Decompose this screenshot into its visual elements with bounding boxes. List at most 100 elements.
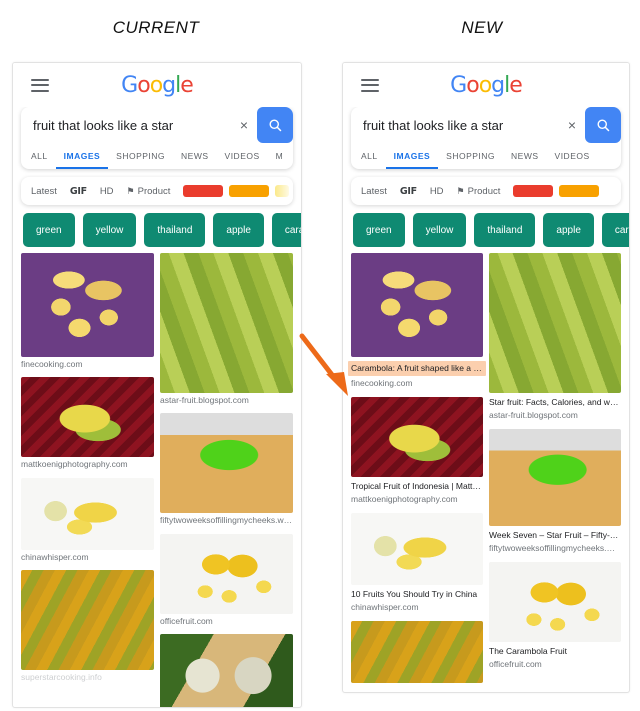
result-thumbnail[interactable] xyxy=(489,561,621,642)
result-thumbnail[interactable] xyxy=(351,620,483,683)
result-card[interactable] xyxy=(351,620,483,683)
tab-videos[interactable]: VIDEOS xyxy=(547,151,598,169)
result-card[interactable]: fiftytwoweeksoffillingmycheeks.word… xyxy=(160,413,293,526)
filter-gif[interactable]: GIF xyxy=(400,186,417,197)
tab-all[interactable]: ALL xyxy=(23,151,56,169)
result-domain: fiftytwoweeksoffillingmycheeks.w… xyxy=(489,543,621,554)
result-thumbnail[interactable] xyxy=(160,634,293,707)
color-swatch-yellow[interactable] xyxy=(275,185,290,197)
result-card[interactable]: superstarcooking.info xyxy=(21,570,154,683)
result-card[interactable]: finecooking.com xyxy=(21,253,154,370)
search-tabs: ALL IMAGES SHOPPING NEWS VIDEOS M xyxy=(21,143,293,169)
chip-thailand[interactable]: thailand xyxy=(474,213,536,247)
related-chips-current[interactable]: green yellow thailand apple carambola xyxy=(23,213,301,247)
google-app-bar: Google xyxy=(343,63,629,107)
tab-videos[interactable]: VIDEOS xyxy=(217,151,268,169)
color-swatch-red[interactable] xyxy=(513,185,554,197)
result-domain: mattkoenigphotography.com xyxy=(21,459,128,470)
result-title[interactable]: Star fruit: Facts, Calories, and whe… xyxy=(489,397,621,408)
filter-product[interactable]: ⚑ Product xyxy=(127,186,171,197)
filter-latest[interactable]: Latest xyxy=(31,186,57,197)
related-chips-new[interactable]: green yellow thailand apple carambola xyxy=(353,213,629,247)
panel-label-new: NEW xyxy=(461,18,503,37)
filter-fade-mask xyxy=(603,177,621,205)
search-tabs: ALL IMAGES SHOPPING NEWS VIDEOS xyxy=(351,143,621,169)
chip-carambola[interactable]: carambola xyxy=(601,213,629,247)
chip-carambola[interactable]: carambola xyxy=(271,213,301,247)
phone-screenshot-new: Google fruit that looks like a star × AL… xyxy=(342,62,630,693)
hamburger-menu-icon[interactable] xyxy=(31,78,49,92)
filter-latest[interactable]: Latest xyxy=(361,186,387,197)
result-thumbnail[interactable] xyxy=(351,512,483,585)
color-swatch-orange[interactable] xyxy=(229,185,270,197)
logo-letter-e: e xyxy=(509,72,523,98)
result-thumbnail[interactable] xyxy=(21,377,154,458)
filter-product[interactable]: ⚑ Product xyxy=(457,186,501,197)
result-thumbnail[interactable] xyxy=(489,428,621,526)
result-thumbnail[interactable] xyxy=(160,413,293,514)
filter-product-label: Product xyxy=(137,185,171,197)
tab-more[interactable]: M xyxy=(268,151,292,169)
result-card[interactable]: Carambola: A fruit shaped like a st… fin… xyxy=(348,253,486,390)
tab-shopping[interactable]: SHOPPING xyxy=(438,151,503,169)
result-thumbnail[interactable] xyxy=(21,570,154,671)
chip-apple[interactable]: apple xyxy=(543,213,594,247)
filter-hd[interactable]: HD xyxy=(100,186,114,197)
result-card[interactable] xyxy=(160,634,293,707)
result-card[interactable]: Star fruit: Facts, Calories, and whe… as… xyxy=(489,253,621,422)
search-input[interactable]: fruit that looks like a star xyxy=(351,107,559,143)
tab-shopping[interactable]: SHOPPING xyxy=(108,151,173,169)
filter-gif[interactable]: GIF xyxy=(70,186,87,197)
result-title-highlighted[interactable]: Carambola: A fruit shaped like a st… xyxy=(348,361,486,377)
result-title[interactable]: Tropical Fruit of Indonesia | Matt K… xyxy=(351,481,483,492)
result-card[interactable]: Tropical Fruit of Indonesia | Matt K… ma… xyxy=(351,396,483,506)
tab-news[interactable]: NEWS xyxy=(173,151,217,169)
logo-letter-g1: G xyxy=(121,72,138,98)
search-icon xyxy=(597,119,609,131)
result-domain: chinawhisper.com xyxy=(21,551,89,562)
clear-icon[interactable]: × xyxy=(231,107,257,143)
result-card[interactable]: 10 Fruits You Should Try in China chinaw… xyxy=(351,512,483,614)
clear-icon[interactable]: × xyxy=(559,107,585,143)
tag-icon: ⚑ xyxy=(126,185,135,196)
chip-apple[interactable]: apple xyxy=(213,213,264,247)
tab-all[interactable]: ALL xyxy=(353,151,386,169)
tab-images[interactable]: IMAGES xyxy=(55,151,109,169)
results-column-right: astar-fruit.blogspot.com fiftytwoweeksof… xyxy=(160,253,293,707)
filter-hd[interactable]: HD xyxy=(430,186,444,197)
result-thumbnail[interactable] xyxy=(21,253,154,357)
result-card[interactable]: officefruit.com xyxy=(160,533,293,627)
result-card[interactable]: mattkoenigphotography.com xyxy=(21,377,154,470)
search-input[interactable]: fruit that looks like a star xyxy=(21,107,231,143)
result-thumbnail[interactable] xyxy=(160,533,293,614)
result-title[interactable]: 10 Fruits You Should Try in China xyxy=(351,589,483,600)
tab-news[interactable]: NEWS xyxy=(503,151,547,169)
chip-green[interactable]: green xyxy=(23,213,75,247)
search-button[interactable] xyxy=(585,107,621,143)
result-thumbnail[interactable] xyxy=(489,253,621,393)
phone-screenshot-current: Google fruit that looks like a star × AL… xyxy=(12,62,302,708)
result-domain: finecooking.com xyxy=(351,378,413,389)
result-thumbnail[interactable] xyxy=(21,477,154,550)
results-column-left: Carambola: A fruit shaped like a st… fin… xyxy=(348,253,486,690)
result-card[interactable]: astar-fruit.blogspot.com xyxy=(160,253,293,406)
tab-images[interactable]: IMAGES xyxy=(385,151,439,169)
color-swatch-orange[interactable] xyxy=(559,185,600,197)
chip-green[interactable]: green xyxy=(353,213,405,247)
result-thumbnail[interactable] xyxy=(351,396,483,477)
search-button[interactable] xyxy=(257,107,293,143)
result-thumbnail[interactable] xyxy=(351,253,483,357)
chip-yellow[interactable]: yellow xyxy=(82,213,137,247)
color-swatch-red[interactable] xyxy=(183,185,224,197)
result-title[interactable]: Week Seven – Star Fruit – Fifty-Tw… xyxy=(489,530,621,541)
result-domain: mattkoenigphotography.com xyxy=(351,494,458,505)
hamburger-menu-icon[interactable] xyxy=(361,78,379,92)
result-card[interactable]: Week Seven – Star Fruit – Fifty-Tw… fift… xyxy=(489,428,621,555)
result-card[interactable]: The Carambola Fruit officefruit.com xyxy=(489,561,621,671)
search-card: fruit that looks like a star × ALL IMAGE… xyxy=(351,107,621,169)
result-thumbnail[interactable] xyxy=(160,253,293,393)
result-card[interactable]: chinawhisper.com xyxy=(21,477,154,563)
result-title[interactable]: The Carambola Fruit xyxy=(489,646,621,657)
chip-thailand[interactable]: thailand xyxy=(144,213,206,247)
chip-yellow[interactable]: yellow xyxy=(412,213,467,247)
